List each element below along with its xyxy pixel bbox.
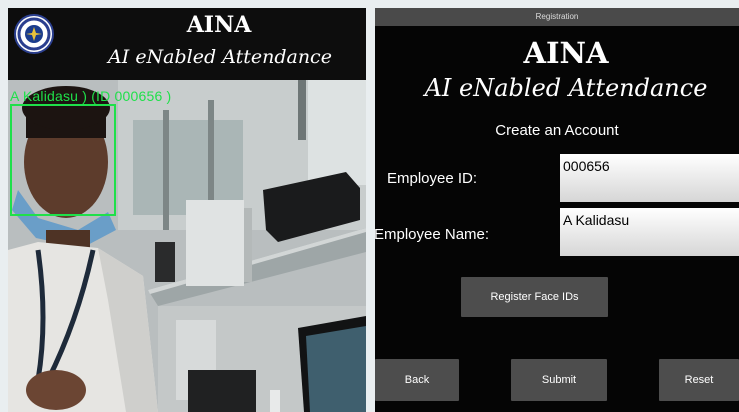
window-title: Registration bbox=[375, 8, 739, 26]
create-account-heading: Create an Account bbox=[495, 122, 619, 139]
face-detection-box bbox=[10, 104, 116, 216]
back-button[interactable]: Back bbox=[375, 359, 459, 401]
brand-subtitle: AI eNabled Attendance bbox=[108, 46, 332, 68]
registration-brand-subtitle: AI eNabled Attendance bbox=[424, 74, 708, 102]
brand-title: AINA bbox=[186, 12, 252, 38]
registration-brand-title: AINA bbox=[523, 36, 609, 70]
camera-feed: A Kalidasu ) (ID 000656 ) bbox=[8, 80, 366, 412]
organization-logo bbox=[14, 14, 54, 54]
reset-button[interactable]: Reset bbox=[659, 359, 739, 401]
employee-id-field[interactable]: 000656 bbox=[560, 154, 739, 202]
registration-window: Registration AINA AI eNabled Attendance … bbox=[375, 8, 739, 412]
employee-name-field[interactable]: A Kalidasu bbox=[560, 208, 739, 256]
submit-button[interactable]: Submit bbox=[511, 359, 607, 401]
register-face-ids-button[interactable]: Register Face IDs bbox=[461, 277, 608, 317]
camera-header: AINA AI eNabled Attendance bbox=[8, 8, 366, 80]
camera-window: AINA AI eNabled Attendance A Kalidasu) … bbox=[8, 8, 366, 412]
employee-name-label: Employee Name: bbox=[375, 226, 490, 243]
face-detection-label: A Kalidasu ) (ID 000656 ) bbox=[10, 88, 172, 104]
employee-id-label: Employee ID: bbox=[387, 170, 478, 187]
